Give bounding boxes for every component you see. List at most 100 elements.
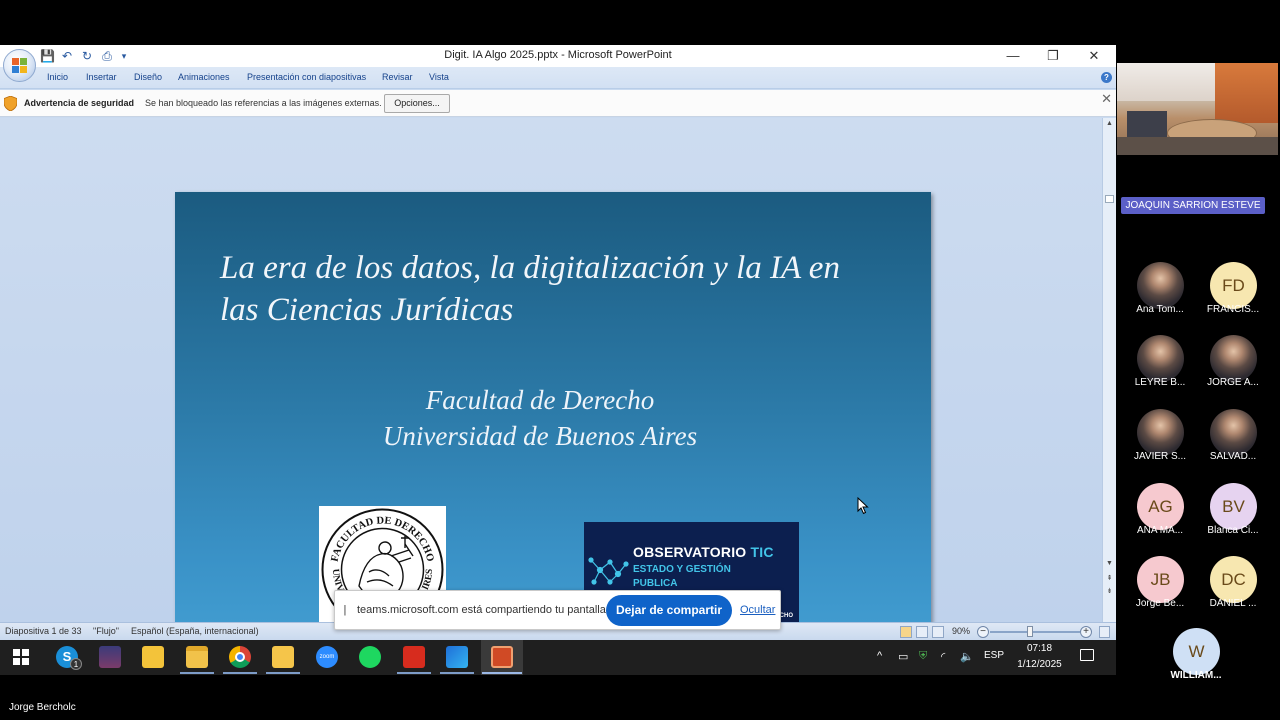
slide-sorter-view-icon[interactable] (916, 626, 928, 638)
participant-tile[interactable]: JORGE A... (1201, 335, 1265, 397)
acrobat-icon[interactable] (403, 646, 425, 668)
participant-tile[interactable]: DC DANIEL ... (1201, 556, 1265, 618)
shield-icon (4, 96, 17, 111)
participant-tile[interactable]: Ana Tom... (1128, 262, 1192, 324)
close-button[interactable]: ✕ (1079, 47, 1109, 65)
hide-link[interactable]: Ocultar (740, 604, 775, 616)
chrome-icon[interactable] (229, 646, 251, 668)
restore-button[interactable]: ❐ (1038, 47, 1068, 65)
participant-tile[interactable]: FD FRANCIS... (1201, 262, 1265, 324)
participant-name: JORGE A... (1207, 377, 1259, 388)
participant-avatar (1137, 335, 1184, 382)
network-icon (588, 557, 629, 585)
drag-handle-icon[interactable]: || (343, 604, 346, 616)
minimize-button[interactable]: — (998, 47, 1028, 65)
participant-avatar (1210, 409, 1257, 456)
next-slide-icon[interactable]: ⇟ (1103, 586, 1116, 598)
participant-name: JAVIER S... (1133, 451, 1187, 462)
tab-inicio[interactable]: Inicio (47, 72, 68, 82)
slide[interactable]: La era de los datos, la digitalización y… (175, 192, 931, 640)
office-logo-icon (12, 58, 28, 74)
scroll-down-icon[interactable]: ▼ (1103, 558, 1116, 570)
normal-view-icon[interactable] (900, 626, 912, 638)
photos-app-icon[interactable] (446, 646, 468, 668)
participant-tile[interactable]: LEYRE B... (1128, 335, 1192, 397)
slideshow-view-icon[interactable] (932, 626, 944, 638)
scroll-up-icon[interactable]: ▲ (1103, 118, 1116, 130)
zoom-slider-thumb[interactable] (1027, 626, 1033, 637)
participant-avatar (1210, 335, 1257, 382)
mouse-cursor-icon (857, 497, 869, 515)
spotify-icon[interactable] (359, 646, 381, 668)
help-icon[interactable]: ? (1101, 72, 1112, 83)
zoom-level[interactable]: 90% (952, 626, 970, 636)
participant-name: Blanca Ci... (1207, 525, 1259, 536)
screen: 💾 ↶ ↻ ⎙ ▾ Digit. IA Algo 2025.pptx - Mic… (0, 0, 1280, 720)
slide-editing-area[interactable]: La era de los datos, la digitalización y… (0, 118, 1102, 640)
zoom-out-icon[interactable]: − (977, 626, 989, 638)
notes-app-icon[interactable] (272, 646, 294, 668)
options-button[interactable]: Opciones... (384, 94, 450, 113)
tab-diseno[interactable]: Diseño (134, 72, 162, 82)
stop-sharing-button[interactable]: Dejar de compartir (606, 595, 732, 626)
participant-tile[interactable]: JB Jorge Be... (1128, 556, 1192, 618)
input-language[interactable]: ESP (984, 650, 1004, 661)
show-hidden-icons[interactable]: ^ (877, 650, 882, 662)
tab-revisar[interactable]: Revisar (382, 72, 413, 82)
security-tray-icon[interactable]: ⛨ (919, 650, 927, 663)
file-explorer-icon[interactable] (186, 646, 208, 668)
tab-insertar[interactable]: Insertar (86, 72, 117, 82)
library-icon[interactable] (142, 646, 164, 668)
volume-muted-icon[interactable]: 🔈 (960, 650, 974, 663)
presenter-name: Jorge Bercholc (9, 702, 76, 713)
participant-name: LEYRE B... (1134, 377, 1186, 388)
office-button[interactable] (3, 49, 36, 82)
window-title: Digit. IA Algo 2025.pptx - Microsoft Pow… (444, 49, 672, 61)
security-warning-message: Se han bloqueado las referencias a las i… (145, 98, 382, 108)
powerpoint-window: 💾 ↶ ↻ ⎙ ▾ Digit. IA Algo 2025.pptx - Mic… (0, 45, 1116, 640)
clock-time[interactable]: 07:18 (1012, 643, 1067, 654)
tab-vista[interactable]: Vista (429, 72, 449, 82)
participant-avatar: AG (1137, 483, 1184, 530)
title-bar: 💾 ↶ ↻ ⎙ ▾ Digit. IA Algo 2025.pptx - Mic… (0, 45, 1116, 67)
fit-to-window-icon[interactable] (1099, 626, 1110, 638)
previous-slide-icon[interactable]: ⇞ (1103, 573, 1116, 585)
slide-subtitle[interactable]: Facultad de Derecho Universidad de Bueno… (175, 382, 905, 454)
language-indicator[interactable]: Español (España, internacional) (131, 626, 259, 636)
participant-tile[interactable]: AG ANA MA... (1128, 483, 1192, 545)
notifications-icon[interactable] (1080, 649, 1094, 661)
close-icon[interactable]: ✕ (1101, 91, 1112, 107)
zoom-icon[interactable]: zoom (316, 646, 338, 668)
room-video-feed[interactable] (1117, 63, 1278, 155)
screen-share-notice: || teams.microsoft.com está compartiendo… (334, 590, 781, 630)
participant-name: SALVAD... (1209, 451, 1257, 462)
participant-name: ANA MA... (1136, 525, 1184, 536)
windows-start-icon[interactable] (13, 649, 29, 665)
powerpoint-taskbar-icon[interactable] (491, 646, 513, 668)
slide-title[interactable]: La era de los datos, la digitalización y… (220, 247, 900, 331)
participant-avatar: W (1173, 628, 1220, 675)
security-warning-bar: Advertencia de seguridad Se han bloquead… (0, 90, 1116, 117)
participant-avatar: JB (1137, 556, 1184, 603)
tab-presentacion[interactable]: Presentación con diapositivas (247, 72, 366, 82)
wifi-icon[interactable]: ◜ (941, 650, 945, 663)
ribbon-tabs: Inicio Insertar Diseño Animaciones Prese… (0, 67, 1116, 89)
participant-tile[interactable]: W WILLIAM... (1164, 628, 1228, 690)
participant-avatar: FD (1210, 262, 1257, 309)
participant-tile[interactable]: SALVAD... (1201, 409, 1265, 471)
zoom-in-icon[interactable]: + (1080, 626, 1092, 638)
slide-counter: Diapositiva 1 de 33 (5, 626, 82, 636)
vertical-scrollbar[interactable]: ▲ ▼ ⇞ ⇟ (1102, 118, 1116, 622)
clock-date[interactable]: 1/12/2025 (1012, 659, 1067, 670)
participant-name: Jorge Be... (1135, 598, 1185, 609)
participant-tile[interactable]: JAVIER S... (1128, 409, 1192, 471)
scroll-thumb[interactable] (1105, 195, 1114, 203)
theme-name: "Flujo" (93, 626, 119, 636)
zoom-slider[interactable] (990, 631, 1080, 633)
battery-icon[interactable]: ▭ (898, 650, 908, 663)
participant-name: WILLIAM... (1170, 670, 1222, 681)
tab-animaciones[interactable]: Animaciones (178, 72, 230, 82)
security-warning-title: Advertencia de seguridad (24, 98, 135, 108)
media-app-icon[interactable] (99, 646, 121, 668)
participant-tile[interactable]: BV Blanca Ci... (1201, 483, 1265, 545)
